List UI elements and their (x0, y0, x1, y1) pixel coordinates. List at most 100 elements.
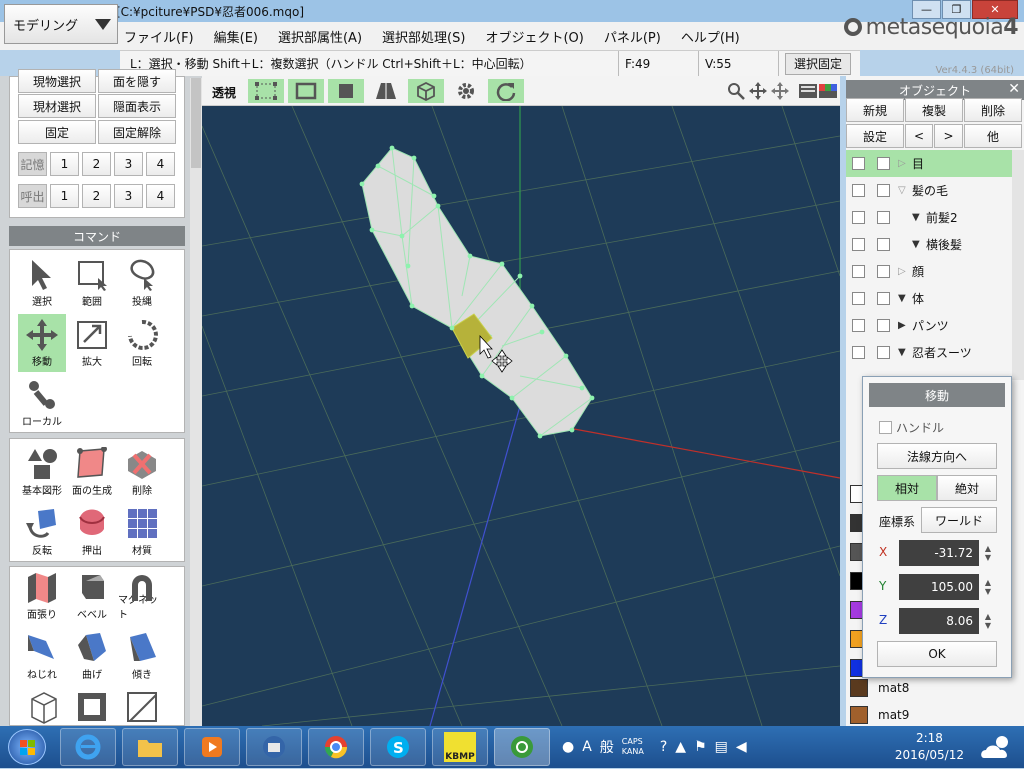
taskbar-metasequoia[interactable] (494, 728, 550, 766)
help-icon[interactable]: ? (660, 739, 667, 755)
network-icon[interactable]: ▤ (715, 739, 728, 755)
object-row[interactable]: ▼ 前髪2 (846, 204, 1012, 231)
tool-lasso[interactable]: 投縄 (118, 254, 166, 312)
weather-icon[interactable] (980, 732, 1016, 762)
action-center-icon[interactable]: ⚑ (694, 739, 707, 755)
tool-extrude[interactable]: 押出 (68, 503, 116, 561)
memory-slot-1[interactable]: 1 (50, 152, 79, 176)
object-row[interactable]: ▼ 横後髪 (846, 231, 1012, 258)
expand-icon[interactable]: ▼ (898, 293, 912, 304)
visibility-checkbox[interactable] (852, 346, 865, 359)
lock-button[interactable]: 固定 (18, 120, 96, 144)
z-spinner[interactable]: ▲ ▼ (981, 608, 995, 634)
object-row[interactable]: ▽ 髪の毛 (846, 177, 1012, 204)
visibility-checkbox[interactable] (852, 238, 865, 251)
color-display-button[interactable] (818, 79, 838, 103)
expand-icon[interactable]: ▼ (912, 239, 926, 250)
tool-extra-3[interactable] (118, 687, 166, 727)
material-row[interactable]: mat8 (846, 674, 1012, 701)
tool-magnet[interactable]: マグネット (118, 567, 166, 625)
tool-local[interactable]: ローカル (18, 374, 66, 432)
object-row[interactable]: ▷ 目 (846, 150, 1012, 177)
material-row[interactable]: mat9 (846, 701, 1012, 728)
start-button[interactable] (8, 729, 46, 765)
taskbar-chrome[interactable] (308, 728, 364, 766)
tool-create-face[interactable]: 面の生成 (68, 443, 116, 501)
zoom-button[interactable] (726, 79, 746, 103)
visibility-checkbox[interactable] (852, 292, 865, 305)
x-spinner[interactable]: ▲ ▼ (981, 540, 995, 566)
clock[interactable]: 2:18 2016/05/12 (895, 730, 964, 764)
x-value-input[interactable]: -31.72 (899, 540, 979, 566)
volume-icon[interactable]: ◀ (736, 739, 747, 755)
new-object-button[interactable]: 新規 (846, 98, 904, 122)
object-settings-button[interactable]: 設定 (846, 124, 904, 148)
selection-lock-button[interactable]: 選択固定 (785, 52, 852, 75)
show-hidden-faces-button[interactable]: 隠面表示 (98, 94, 176, 118)
taskbar-explorer[interactable] (122, 728, 178, 766)
absolute-toggle[interactable]: 絶対 (937, 475, 997, 501)
scrollbar-thumb[interactable] (191, 78, 201, 168)
face-mode-button[interactable] (328, 79, 364, 103)
visibility-checkbox[interactable] (852, 211, 865, 224)
taskbar-ie[interactable] (60, 728, 116, 766)
other-object-button[interactable]: 他 (964, 124, 1022, 148)
expand-icon[interactable]: ▽ (898, 185, 912, 196)
y-spinner[interactable]: ▲ ▼ (981, 574, 995, 600)
close-icon[interactable]: ✕ (1008, 81, 1020, 97)
tool-flip[interactable]: 反転 (18, 503, 66, 561)
delete-object-button[interactable]: 削除 (964, 98, 1022, 122)
object-row[interactable]: ▶ パンツ (846, 312, 1012, 339)
visibility-checkbox[interactable] (852, 319, 865, 332)
wire-display-button[interactable] (368, 79, 404, 103)
tool-delete[interactable]: 削除 (118, 443, 166, 501)
lock-checkbox[interactable] (877, 157, 890, 170)
recall-slot-2[interactable]: 2 (82, 184, 111, 208)
expand-icon[interactable]: ▶ (898, 320, 912, 331)
ime-kanji[interactable]: 般 (600, 737, 614, 757)
tool-primitive[interactable]: 基本図形 (18, 443, 66, 501)
handle-option[interactable]: ハンドル (879, 419, 944, 436)
recall-slot-1[interactable]: 1 (50, 184, 79, 208)
y-value-input[interactable]: 105.00 (899, 574, 979, 600)
expand-icon[interactable]: ▼ (912, 212, 926, 223)
tool-face-fill[interactable]: 面張り (18, 567, 66, 625)
menu-help[interactable]: ヘルプ(H) (681, 27, 740, 46)
settings-button[interactable] (448, 79, 484, 103)
refresh-button[interactable] (488, 79, 524, 103)
select-current-object-button[interactable]: 現物選択 (18, 69, 96, 93)
handle-checkbox[interactable] (879, 421, 892, 434)
unlock-button[interactable]: 固定解除 (98, 120, 176, 144)
menu-object[interactable]: オブジェクト(O) (485, 27, 583, 46)
lock-checkbox[interactable] (877, 346, 890, 359)
mesh-object[interactable] (361, 147, 593, 437)
tool-extra-1[interactable] (18, 687, 66, 727)
tool-bend[interactable]: 曲げ (68, 627, 116, 685)
vertex-mode-button[interactable] (248, 79, 284, 103)
menu-selection-attr[interactable]: 選択部属性(A) (278, 27, 362, 46)
expand-icon[interactable]: ▷ (898, 158, 912, 169)
menu-panel[interactable]: パネル(P) (604, 27, 661, 46)
memory-slot-4[interactable]: 4 (146, 152, 175, 176)
duplicate-object-button[interactable]: 複製 (905, 98, 963, 122)
lock-checkbox[interactable] (877, 211, 890, 224)
left-panel-scrollbar[interactable] (190, 78, 202, 726)
relative-toggle[interactable]: 相対 (877, 475, 937, 501)
tool-extra-2[interactable] (68, 687, 116, 727)
flag-tray-icon[interactable]: ● (562, 739, 574, 755)
taskbar-thunderbird[interactable] (246, 728, 302, 766)
menu-file[interactable]: ファイル(F) (124, 27, 194, 46)
visibility-checkbox[interactable] (852, 184, 865, 197)
recall-slot-4[interactable]: 4 (146, 184, 175, 208)
object-list-scrollbar[interactable] (1012, 150, 1024, 380)
expand-icon[interactable]: ▼ (898, 347, 912, 358)
tool-select[interactable]: 選択 (18, 254, 66, 312)
view-layout-button[interactable] (798, 79, 818, 103)
tool-twist[interactable]: ねじれ (18, 627, 66, 685)
object-row[interactable]: ▼ 体 (846, 285, 1012, 312)
ime-mode[interactable]: A (582, 739, 592, 755)
lock-checkbox[interactable] (877, 319, 890, 332)
ok-button[interactable]: OK (877, 641, 997, 667)
tool-slant[interactable]: 傾き (118, 627, 166, 685)
select-current-material-button[interactable]: 現材選択 (18, 94, 96, 118)
